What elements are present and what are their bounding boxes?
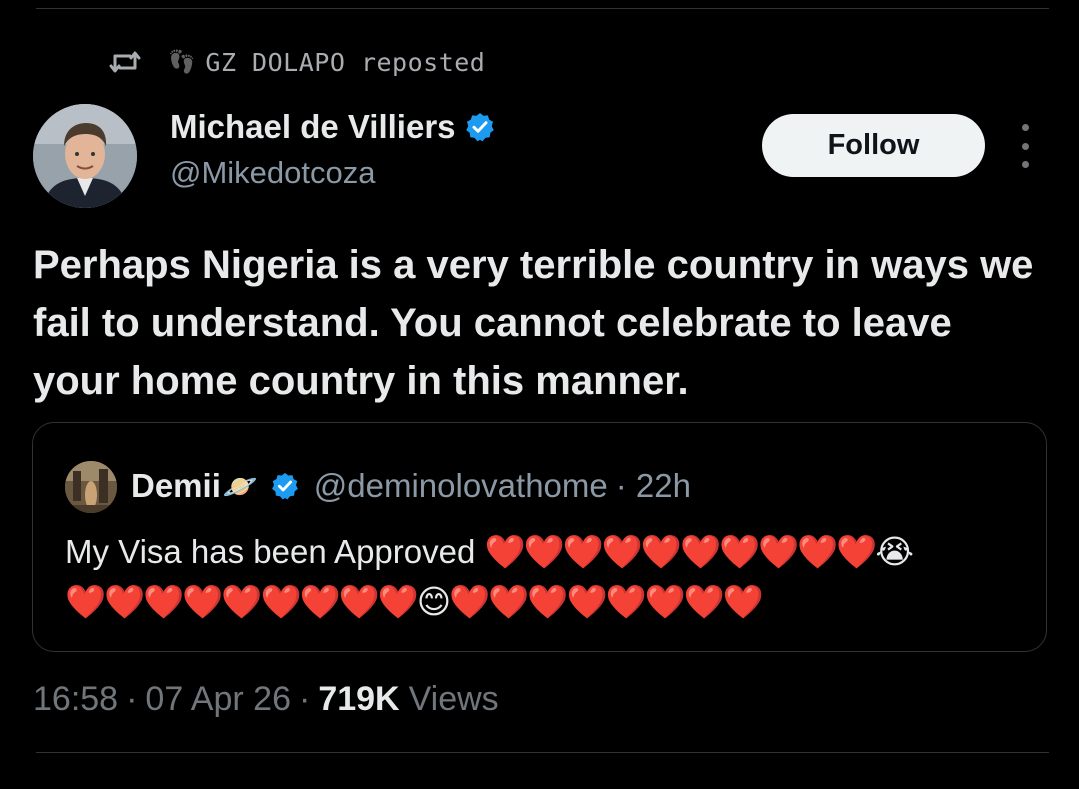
tweet-text: Perhaps Nigeria is a very terrible count…: [33, 243, 1034, 403]
meta-separator: ·: [298, 679, 311, 718]
more-options-icon[interactable]: [1014, 124, 1036, 168]
hearts-emoji-line1: ❤️❤️❤️❤️❤️❤️❤️❤️❤️❤️😭: [484, 533, 914, 570]
repost-icon: [108, 48, 142, 76]
bottom-divider: [36, 752, 1049, 753]
quoted-text: My Visa has been Approved ❤️❤️❤️❤️❤️❤️❤️…: [65, 527, 1015, 627]
dot-icon: [1021, 142, 1029, 150]
author-handle[interactable]: @Mikedotcoza: [170, 155, 376, 191]
verified-badge-icon: [464, 111, 496, 143]
views-count[interactable]: 719K: [318, 680, 399, 719]
verified-badge-icon: [270, 471, 300, 501]
quoted-tweet[interactable]: Demii 🪐 @deminolovathome · 22h My Visa h…: [32, 422, 1047, 652]
dot-icon: [1021, 124, 1029, 131]
author-name-row[interactable]: Michael de Villiers: [170, 108, 496, 146]
quoted-avatar[interactable]: [65, 461, 117, 513]
tweet-date[interactable]: 07 Apr 26: [145, 680, 291, 719]
follow-button[interactable]: Follow: [762, 114, 985, 177]
views-label[interactable]: Views: [409, 680, 499, 719]
top-divider: [36, 8, 1049, 9]
dot-icon: [1021, 161, 1029, 168]
quoted-time[interactable]: · 22h: [616, 467, 691, 505]
repost-banner[interactable]: 👣 GZ DOLAPO reposted: [108, 44, 485, 80]
repost-user[interactable]: GZ DOLAPO: [205, 48, 345, 77]
planet-icon: 🪐: [222, 470, 258, 502]
quoted-text-body: My Visa has been Approved: [65, 533, 476, 570]
quoted-header: Demii 🪐 @deminolovathome · 22h: [131, 463, 691, 509]
author-avatar[interactable]: [33, 104, 137, 208]
footprints-icon: 👣: [168, 49, 196, 74]
repost-action: reposted: [360, 47, 486, 77]
tweet-meta: 16:58 · 07 Apr 26 · 719K Views: [33, 674, 499, 724]
quoted-handle[interactable]: @deminolovathome: [314, 467, 608, 505]
repost-label[interactable]: GZ DOLAPO reposted: [205, 48, 485, 77]
meta-separator: ·: [126, 679, 138, 718]
quoted-name[interactable]: Demii: [131, 467, 221, 505]
author-name[interactable]: Michael de Villiers: [170, 108, 456, 146]
tweet-time[interactable]: 16:58: [33, 680, 118, 719]
hearts-emoji-line2: ❤️❤️❤️❤️❤️❤️❤️❤️❤️😊❤️❤️❤️❤️❤️❤️❤️❤️: [65, 583, 764, 620]
